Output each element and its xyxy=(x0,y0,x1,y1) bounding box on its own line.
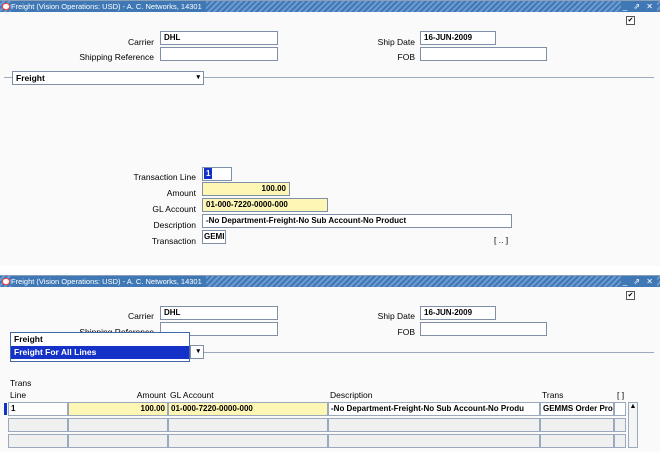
amount-field[interactable]: 100.00 xyxy=(202,182,290,196)
divider-right xyxy=(204,77,654,78)
chevron-down-icon: ▾ xyxy=(196,74,200,81)
table-row-2-trans[interactable] xyxy=(540,418,614,432)
ship-date-field[interactable]: 16-JUN-2009 xyxy=(420,31,496,45)
header-trans: Trans xyxy=(10,378,32,388)
description-field[interactable]: -No Department-Freight-No Sub Account-No… xyxy=(202,214,512,228)
scroll-up-icon[interactable]: ▲ xyxy=(630,403,637,410)
table-row-3-amount[interactable] xyxy=(68,434,168,448)
table-row-1-flag[interactable] xyxy=(614,402,626,416)
freight-dropdown-list: Freight Freight For All Lines xyxy=(10,332,190,362)
table-row-1-amount[interactable]: 100.00 xyxy=(68,402,168,416)
header-line: Line xyxy=(10,390,27,400)
table-row-2-line[interactable] xyxy=(8,418,68,432)
transaction-line-field[interactable]: 1 xyxy=(202,167,232,181)
shipping-reference-field[interactable] xyxy=(160,47,278,61)
table-row-2-amount[interactable] xyxy=(68,418,168,432)
transaction-line-label: Transaction Line xyxy=(133,172,196,182)
window-1-title: Freight (Vision Operations: USD) - A. C.… xyxy=(11,1,206,12)
carrier-field[interactable]: DHL xyxy=(160,306,278,320)
amount-label: Amount xyxy=(166,188,196,198)
freight-poplist[interactable]: Freight ▾ xyxy=(12,71,204,85)
carrier-label: Carrier xyxy=(128,311,154,321)
table-row-3-line[interactable] xyxy=(8,434,68,448)
gl-account-label: GL Account xyxy=(152,204,196,214)
dropdown-option-freight-for-all-lines[interactable]: Freight For All Lines xyxy=(11,346,189,359)
oracle-logo-icon xyxy=(2,3,10,10)
table-row-1-trans[interactable]: GEMMS Order Pro xyxy=(540,402,614,416)
table-row-3-flag[interactable] xyxy=(614,434,626,448)
divider-right xyxy=(204,352,654,353)
ship-date-label: Ship Date xyxy=(377,311,415,321)
fob-label: FOB xyxy=(397,52,415,62)
window-1-checkbox[interactable]: ✔ xyxy=(626,16,635,25)
dropdown-option-freight[interactable]: Freight xyxy=(11,333,189,346)
header-trans-2: Trans xyxy=(542,390,564,400)
chevron-down-icon: ▾ xyxy=(196,348,200,355)
table-row-3-description[interactable] xyxy=(328,434,540,448)
table-row-3-trans[interactable] xyxy=(540,434,614,448)
table-row-1-gl-account[interactable]: 01-000-7220-0000-000 xyxy=(168,402,328,416)
ship-date-field[interactable]: 16-JUN-2009 xyxy=(420,306,496,320)
header-bracket[interactable]: [ ] xyxy=(617,390,624,400)
gl-account-field[interactable]: 01-000-7220-0000-000 xyxy=(202,198,328,212)
header-amount: Amount xyxy=(136,390,166,400)
freight-poplist-arrow[interactable]: ▾ xyxy=(190,345,204,359)
shipping-reference-label: Shipping Reference xyxy=(79,52,154,62)
ship-date-label: Ship Date xyxy=(377,37,415,47)
table-row-1-line[interactable]: 1 xyxy=(8,402,68,416)
description-label: Description xyxy=(153,220,196,230)
table-scrollbar[interactable]: ▲ xyxy=(628,402,638,448)
header-gl-account: GL Account xyxy=(170,390,214,400)
window-2-title: Freight (Vision Operations: USD) - A. C.… xyxy=(11,276,206,287)
freight-window-2: Freight (Vision Operations: USD) - A. C.… xyxy=(0,275,660,452)
carrier-label: Carrier xyxy=(128,37,154,47)
window-controls[interactable]: _ ⇗ ✕ xyxy=(620,1,657,12)
table-row-3-gl-account[interactable] xyxy=(168,434,328,448)
transaction-field[interactable]: GEMI xyxy=(202,230,226,244)
transaction-line-value: 1 xyxy=(204,168,213,179)
table-row-2-flag[interactable] xyxy=(614,418,626,432)
table-row-1-description[interactable]: -No Department-Freight-No Sub Account-No… xyxy=(328,402,540,416)
carrier-field[interactable]: DHL xyxy=(160,31,278,45)
row-cursor xyxy=(4,403,7,415)
transaction-label: Transaction xyxy=(151,236,196,246)
window-1-titlebar[interactable]: Freight (Vision Operations: USD) - A. C.… xyxy=(0,1,660,12)
divider-left xyxy=(4,77,12,78)
window-2-titlebar[interactable]: Freight (Vision Operations: USD) - A. C.… xyxy=(0,276,660,287)
table-row-2-gl-account[interactable] xyxy=(168,418,328,432)
window-2-checkbox[interactable]: ✔ xyxy=(626,291,635,300)
table-row-2-description[interactable] xyxy=(328,418,540,432)
fob-label: FOB xyxy=(397,327,415,337)
window-controls[interactable]: _ ⇗ ✕ xyxy=(620,276,657,287)
oracle-logo-icon xyxy=(2,278,10,285)
freight-window-1: Freight (Vision Operations: USD) - A. C.… xyxy=(0,0,660,266)
fob-field[interactable] xyxy=(420,322,547,336)
fob-field[interactable] xyxy=(420,47,547,61)
lov-button[interactable]: [ .. ] xyxy=(494,235,508,245)
freight-poplist-value: Freight xyxy=(16,73,45,83)
header-description: Description xyxy=(330,390,373,400)
